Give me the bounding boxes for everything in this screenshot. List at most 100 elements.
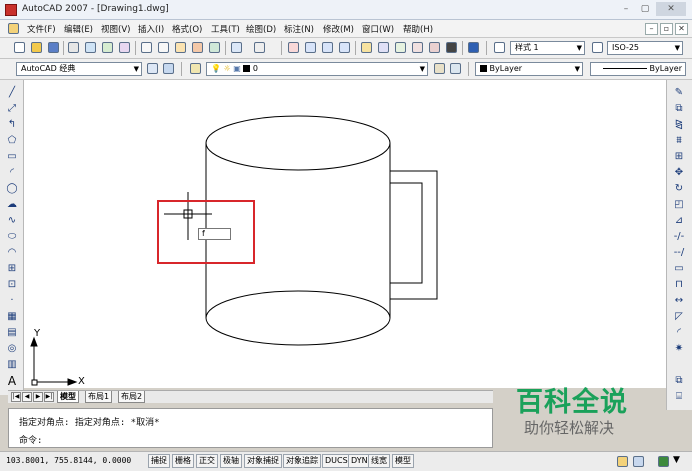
paste-icon[interactable] [175,42,186,53]
polygon-icon[interactable]: ⬠ [4,134,20,148]
menu-tools[interactable]: 工具(T) [211,23,240,35]
zoom-previous-icon[interactable] [339,42,350,53]
move-icon[interactable]: ✥ [671,166,687,180]
spline-icon[interactable]: ∿ [4,214,20,228]
text-edit-icon[interactable]: ⌸ [671,390,687,404]
gradient-icon[interactable]: ▤ [4,326,20,340]
tab-model[interactable]: 模型 [57,391,79,403]
open-icon[interactable] [31,42,42,53]
help-icon[interactable] [468,42,479,53]
menu-file[interactable]: 文件(F) [27,23,56,35]
command-line[interactable]: 指定对角点: 指定对角点: *取消* 命令: [8,408,493,448]
menu-help[interactable]: 帮助(H) [403,23,433,35]
workspace-settings-icon[interactable] [147,63,158,74]
dynamic-input-box[interactable]: f [198,228,231,240]
plot-preview-icon[interactable] [85,42,96,53]
communication-center-icon[interactable] [617,456,628,467]
menu-edit[interactable]: 编辑(E) [64,23,93,35]
rotate-icon[interactable]: ↻ [671,182,687,196]
menu-draw[interactable]: 绘图(D) [246,23,276,35]
zoom-realtime-icon[interactable] [305,42,316,53]
erase-icon[interactable]: ✎ [671,86,687,100]
copy-icon[interactable] [158,42,169,53]
extend-icon[interactable]: --/ [671,246,687,260]
tab-layout2[interactable]: 布局2 [118,391,146,403]
tab-last-button[interactable]: ▶| [44,392,54,402]
point-icon[interactable]: · [4,294,20,308]
make-block-icon[interactable]: ⊡ [4,278,20,292]
scale-icon[interactable]: ◰ [671,198,687,212]
arc-icon[interactable]: ◜ [4,166,20,180]
menu-format[interactable]: 格式(O) [172,23,202,35]
menu-modify[interactable]: 修改(M) [323,23,354,35]
model-toggle[interactable]: 模型 [392,454,414,468]
menu-window[interactable]: 窗口(W) [362,23,394,35]
tool-palettes-icon[interactable] [395,42,406,53]
menu-dimension[interactable]: 标注(N) [284,23,314,35]
ortho-toggle[interactable]: 正交 [196,454,218,468]
layer-select[interactable]: 💡 ☼ ▣ 0 ▼ [206,62,428,76]
minimize-button[interactable]: – [618,2,634,16]
polyline-icon[interactable]: ↰ [4,118,20,132]
ellipse-arc-icon[interactable]: ◠ [4,246,20,260]
ducs-toggle[interactable]: DUCS [322,454,351,468]
snap-toggle[interactable]: 捕捉 [148,454,170,468]
tab-layout1[interactable]: 布局1 [85,391,113,403]
ellipse-icon[interactable]: ⬭ [4,230,20,244]
break-icon[interactable]: ⊓ [671,278,687,292]
tray-settings-icon[interactable] [658,456,669,467]
pan-icon[interactable] [288,42,299,53]
status-menu-arrow-icon[interactable]: ▼ [673,455,680,465]
explode-icon[interactable]: ✷ [671,342,687,356]
match-properties-icon[interactable] [192,42,203,53]
undo-icon[interactable] [231,42,242,53]
menu-view[interactable]: 视图(V) [101,23,130,35]
hatch-icon[interactable]: ▦ [4,310,20,324]
make-current-layer-icon[interactable] [434,63,445,74]
text-style-select[interactable]: 样式 1 ▼ [510,41,585,55]
table-icon[interactable]: ▥ [4,358,20,372]
design-center-icon[interactable] [378,42,389,53]
copy-object-icon[interactable]: ⧉ [671,102,687,116]
rectangle-icon[interactable]: ▭ [4,150,20,164]
mirror-icon[interactable]: ⧎ [671,118,687,132]
close-button[interactable]: ✕ [656,2,686,16]
doc-close-button[interactable]: ✕ [675,23,688,35]
array-icon[interactable]: ⊞ [671,150,687,164]
join-icon[interactable]: ↔ [671,294,687,308]
dim-style-select[interactable]: ISO-25 ▼ [607,41,683,55]
tab-first-button[interactable]: |◀ [11,392,21,402]
workspace-select[interactable]: AutoCAD 经典 ▼ [16,62,142,76]
line-icon[interactable]: ╱ [4,86,20,100]
chamfer-icon[interactable]: ◸ [671,310,687,324]
cut-icon[interactable] [141,42,152,53]
properties-icon[interactable] [361,42,372,53]
circle-icon[interactable]: ◯ [4,182,20,196]
tab-prev-button[interactable]: ◀ [22,392,32,402]
fillet-icon[interactable]: ◜ [671,326,687,340]
3d-dwf-icon[interactable] [119,42,130,53]
color-select[interactable]: ByLayer ▼ [475,62,583,76]
publish-icon[interactable] [102,42,113,53]
redo-icon[interactable] [254,42,265,53]
tab-next-button[interactable]: ▶ [33,392,43,402]
otrack-toggle[interactable]: 对象追踪 [283,454,321,468]
grid-toggle[interactable]: 栅格 [172,454,194,468]
layer-previous-icon[interactable] [450,63,461,74]
autocad-app-icon[interactable] [5,4,17,16]
insert-block-icon[interactable]: ⊞ [4,262,20,276]
offset-icon[interactable]: ⩩ [671,134,687,148]
linetype-select[interactable]: ByLayer [590,62,686,76]
calculator-icon[interactable] [446,42,457,53]
region-icon[interactable]: ◎ [4,342,20,356]
save-icon[interactable] [48,42,59,53]
trim-icon[interactable]: -/- [671,230,687,244]
layer-manager-icon[interactable] [190,63,201,74]
stretch-icon[interactable]: ⊿ [671,214,687,228]
block-editor-icon[interactable] [209,42,220,53]
lineweight-toggle[interactable]: 线宽 [368,454,390,468]
zoom-window-icon[interactable] [322,42,333,53]
construction-line-icon[interactable]: ⤢ [4,102,20,116]
markup-icon[interactable] [429,42,440,53]
print-icon[interactable] [68,42,79,53]
